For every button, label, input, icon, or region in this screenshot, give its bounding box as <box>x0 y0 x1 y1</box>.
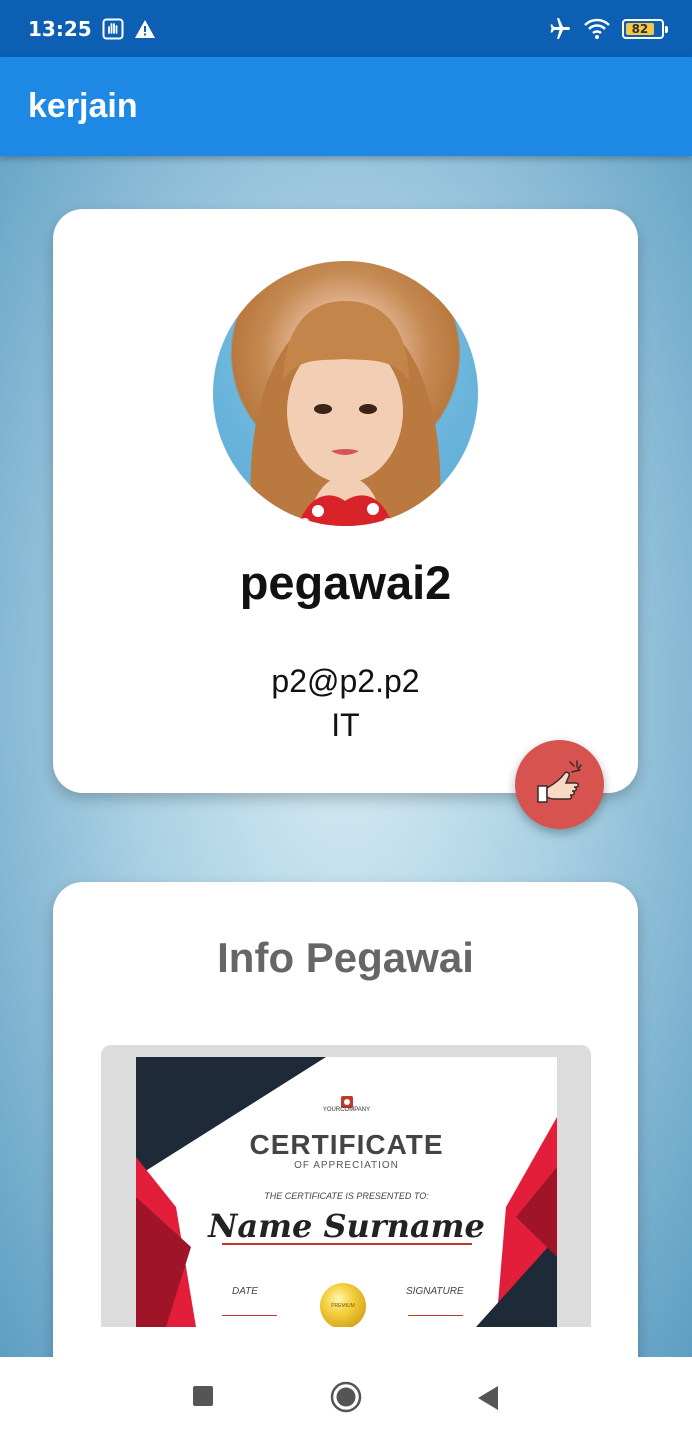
certificate-presented: THE CERTIFICATE IS PRESENTED TO: <box>264 1191 429 1201</box>
app-title: kerjain <box>28 87 138 125</box>
profile-email: p2@p2.p2 <box>271 663 420 699</box>
certificate-name: Name Surname <box>208 1207 485 1245</box>
hand-notification-icon <box>102 18 124 40</box>
punch-out-hand-icon <box>530 752 590 817</box>
profile-card: pegawai2 p2@p2.p2 IT <box>53 209 638 793</box>
app-bar: kerjain <box>0 57 692 156</box>
info-title: Info Pegawai <box>217 934 474 981</box>
home-circle-icon[interactable] <box>330 1381 362 1413</box>
status-left: 13:25 <box>28 17 156 41</box>
certificate-title: CERTIFICATE <box>249 1129 444 1160</box>
certificate: YOURCOMPANY CERTIFICATE OF APPRECIATION … <box>136 1057 557 1329</box>
back-triangle-icon[interactable] <box>478 1386 498 1410</box>
status-right: 82 <box>548 17 668 41</box>
certificate-signature-line <box>408 1315 463 1316</box>
certificate-seal-text: PREMIUM <box>331 1303 355 1309</box>
battery-icon: 82 <box>622 18 668 39</box>
profile-name: pegawai2 <box>239 556 452 609</box>
battery-level: 82 <box>626 22 654 36</box>
certificate-name-line <box>222 1243 472 1245</box>
certificate-company: YOURCOMPANY <box>322 1107 371 1113</box>
warning-icon <box>134 19 156 39</box>
wifi-icon <box>584 18 610 40</box>
certificate-seal: PREMIUM <box>320 1283 366 1329</box>
airplane-icon <box>548 17 572 41</box>
certificate-date-label: DATE <box>232 1286 258 1297</box>
info-card: Info Pegawai YOURCOMPANY CERTIFICATE OF … <box>53 882 638 1357</box>
profile-department: IT <box>331 707 360 743</box>
status-bar: 13:25 82 <box>0 0 692 57</box>
status-time: 13:25 <box>28 16 92 41</box>
system-navigation-bar <box>0 1357 692 1440</box>
certificate-subtitle: OF APPRECIATION <box>294 1160 399 1171</box>
certificate-signature-label: SIGNATURE <box>406 1286 464 1297</box>
punch-out-button[interactable] <box>515 740 604 829</box>
recents-square-icon[interactable] <box>192 1385 214 1407</box>
avatar <box>213 261 478 526</box>
certificate-preview[interactable]: YOURCOMPANY CERTIFICATE OF APPRECIATION … <box>101 1045 591 1357</box>
certificate-date-line <box>222 1315 277 1316</box>
certificate-footer <box>101 1327 591 1357</box>
